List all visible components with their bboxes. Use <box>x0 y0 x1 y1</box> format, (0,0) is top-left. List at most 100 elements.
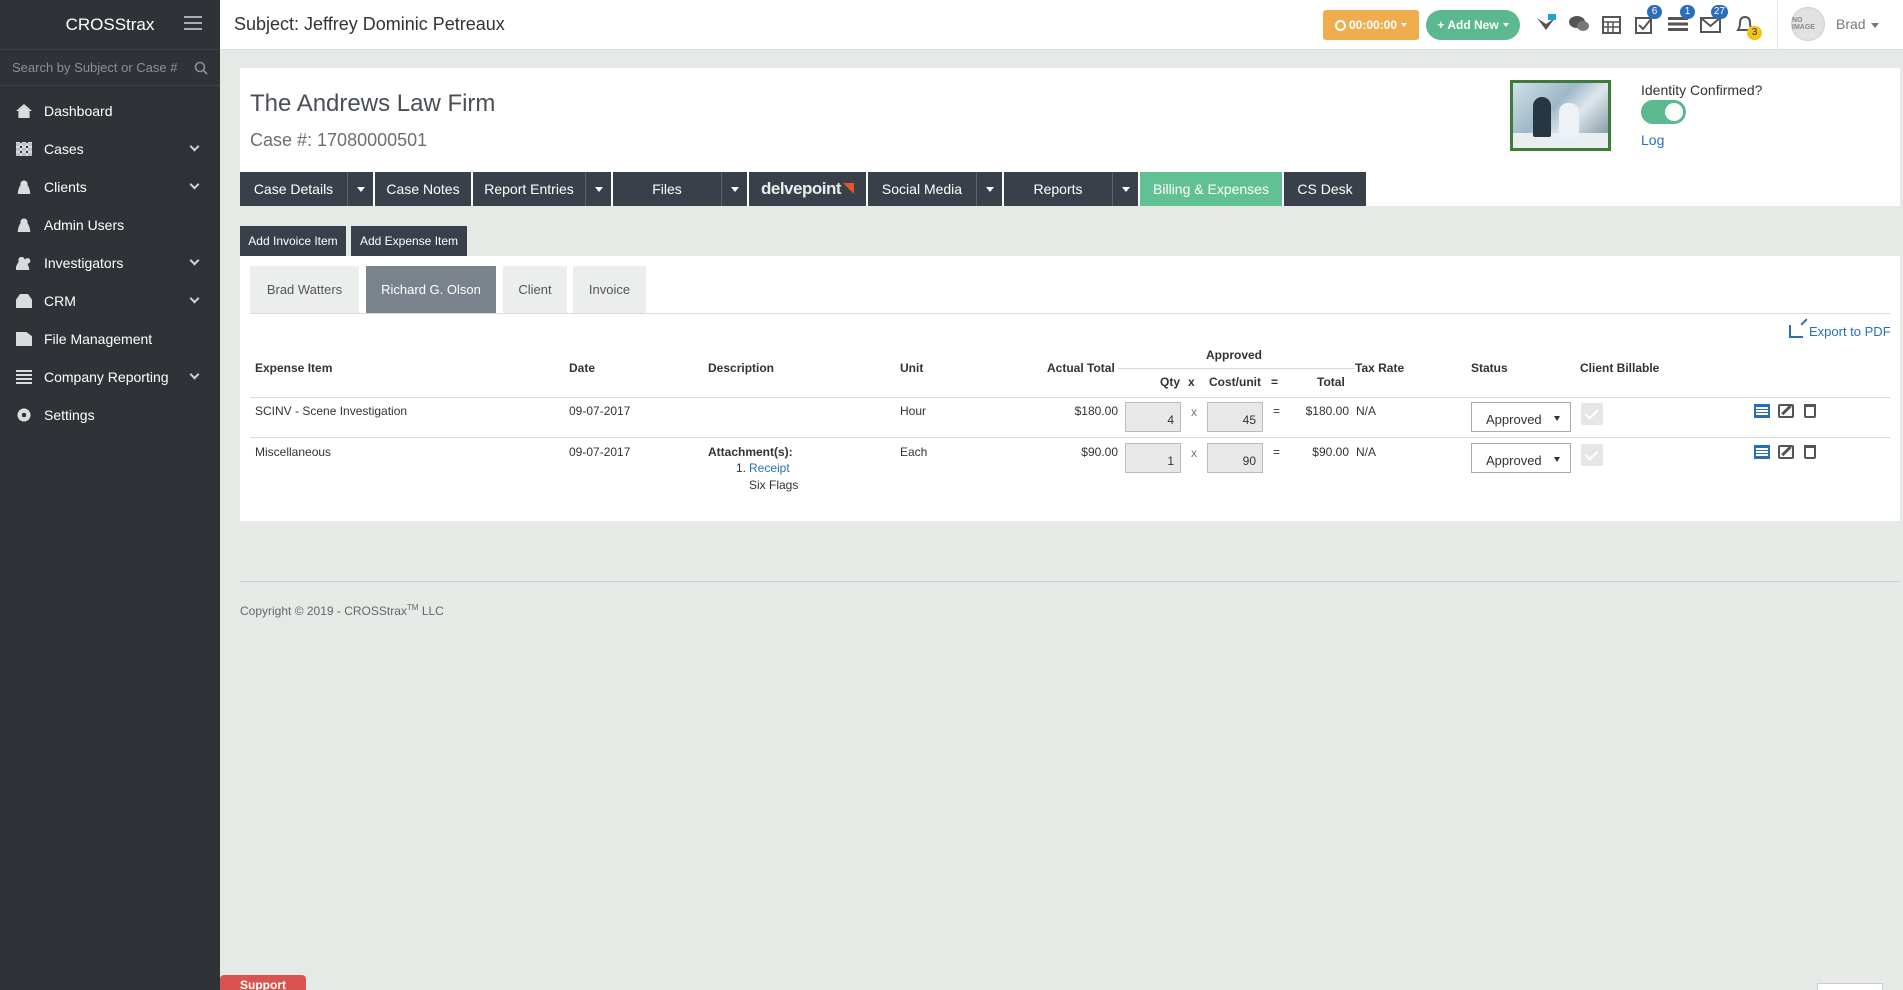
col-status: Status <box>1471 361 1508 375</box>
tab-billing-expenses[interactable]: Billing & Expenses <box>1140 172 1282 206</box>
broadcast-icon[interactable] <box>1535 14 1557 34</box>
copyright: Copyright © 2019 - CROSStraxTM LLC <box>240 603 444 618</box>
avatar[interactable]: NO IMAGE <box>1791 7 1825 41</box>
subject-photo[interactable] <box>1510 80 1611 151</box>
search-input[interactable]: Search by Subject or Case # <box>12 60 194 75</box>
cell-date: 09-07-2017 <box>569 445 631 459</box>
tab-cs-desk[interactable]: CS Desk <box>1284 172 1366 206</box>
dropdown-toggle[interactable] <box>1112 172 1138 206</box>
sidebar-item-company-reporting[interactable]: Company Reporting <box>0 358 220 396</box>
cell-unit: Each <box>900 445 928 459</box>
tab-report-entries[interactable]: Report Entries <box>473 172 611 206</box>
sidebar-item-dashboard[interactable]: Dashboard <box>0 92 220 130</box>
sidebar-item-clients[interactable]: Clients <box>0 168 220 206</box>
edit-icon[interactable] <box>1778 404 1794 418</box>
qty-input[interactable]: 1 <box>1125 443 1181 473</box>
sidebar-item-admin-users[interactable]: Admin Users <box>0 206 220 244</box>
add-invoice-item-button[interactable]: Add Invoice Item <box>240 226 346 256</box>
identity-toggle[interactable] <box>1641 100 1686 124</box>
chevron-down-icon <box>189 179 200 190</box>
queue-icon[interactable]: 1 <box>1667 5 1695 34</box>
cell-unit: Hour <box>900 404 927 418</box>
edit-icon[interactable] <box>1778 445 1794 459</box>
bell-icon[interactable]: 3 <box>1734 14 1762 40</box>
status-select[interactable]: Approved <box>1471 443 1571 473</box>
tab-label: Report Entries <box>484 181 574 197</box>
list-icon <box>16 370 32 384</box>
search-icon[interactable] <box>194 61 208 75</box>
user-icon <box>16 218 32 232</box>
cell-equals: = <box>1273 404 1281 418</box>
tab-files[interactable]: Files <box>613 172 747 206</box>
sidebar-item-investigators[interactable]: Investigators <box>0 244 220 282</box>
col-date: Date <box>569 361 596 375</box>
details-icon[interactable] <box>1754 404 1770 418</box>
cell-total: $180.00 <box>1305 404 1349 418</box>
brand-name: CROSStrax <box>65 14 155 34</box>
menu-toggle-icon[interactable] <box>184 16 202 34</box>
tab-label: Files <box>652 181 682 197</box>
trash-icon[interactable] <box>1804 404 1816 418</box>
tab-richard-g-olson[interactable]: Richard G. Olson <box>366 266 496 313</box>
export-pdf-link[interactable]: Export to PDF <box>1789 324 1891 339</box>
tab-client[interactable]: Client <box>503 266 567 313</box>
tasks-icon[interactable]: 6 <box>1634 5 1662 34</box>
qty-input[interactable]: 4 <box>1125 402 1181 432</box>
mail-icon[interactable]: 27 <box>1700 5 1728 34</box>
divider <box>240 581 1900 582</box>
receipt-link[interactable]: Receipt <box>749 461 790 475</box>
cost-input[interactable]: 45 <box>1207 402 1263 432</box>
tab-label: Case Details <box>253 181 334 197</box>
tab-brad-watters[interactable]: Brad Watters <box>250 266 359 313</box>
cell-equals: = <box>1273 445 1281 459</box>
dropdown-toggle[interactable] <box>347 172 373 206</box>
timer-button[interactable]: 00:00:00 <box>1323 10 1419 40</box>
details-icon[interactable] <box>1754 445 1770 459</box>
caret-down-icon <box>1401 23 1408 27</box>
col-unit: Unit <box>900 361 924 375</box>
tab-reports[interactable]: Reports <box>1004 172 1138 206</box>
tab-case-notes[interactable]: Case Notes <box>375 172 471 206</box>
add-expense-item-button[interactable]: Add Expense Item <box>351 226 467 256</box>
trash-icon[interactable] <box>1804 445 1816 459</box>
grid-icon <box>16 142 32 156</box>
sidebar-item-label: Settings <box>44 407 95 423</box>
billable-checkbox[interactable] <box>1581 403 1603 425</box>
chat-icon[interactable] <box>1568 14 1590 34</box>
support-button[interactable]: Support <box>220 975 306 990</box>
tab-label: Billing & Expenses <box>1153 181 1269 197</box>
cost-input[interactable]: 90 <box>1207 443 1263 473</box>
status-select[interactable]: Approved <box>1471 402 1571 432</box>
topbar: Subject: Jeffrey Dominic Petreaux 00:00:… <box>220 0 1903 50</box>
sidebar-item-settings[interactable]: Settings <box>0 396 220 434</box>
dropdown-toggle[interactable] <box>721 172 747 206</box>
dropdown-toggle[interactable] <box>585 172 611 206</box>
add-new-button[interactable]: + Add New <box>1426 10 1520 40</box>
col-description: Description <box>708 361 775 375</box>
tab-delvepoint[interactable]: delvepoint <box>749 172 866 206</box>
sidebar-item-crm[interactable]: CRM <box>0 282 220 320</box>
sidebar-item-cases[interactable]: Cases <box>0 130 220 168</box>
tab-case-details[interactable]: Case Details <box>240 172 373 206</box>
chat-widget-tab[interactable] <box>1817 983 1883 990</box>
tab-invoice[interactable]: Invoice <box>573 266 646 313</box>
user-menu[interactable]: Brad <box>1836 16 1879 32</box>
identity-label: Identity Confirmed? <box>1641 82 1763 98</box>
col-equals: = <box>1271 375 1279 389</box>
chevron-down-icon <box>189 141 200 152</box>
billable-checkbox[interactable] <box>1581 444 1603 466</box>
dropdown-toggle[interactable] <box>976 172 1002 206</box>
file-icon <box>16 332 32 346</box>
calendar-icon[interactable] <box>1601 14 1623 34</box>
tab-label: Social Media <box>881 181 963 197</box>
col-actual-total: Actual Total <box>1047 361 1115 375</box>
col-x: x <box>1188 375 1195 389</box>
sidebar-item-file-management[interactable]: File Management <box>0 320 220 358</box>
gear-icon <box>16 408 32 422</box>
divider <box>1777 0 1778 50</box>
alerts-badge: 3 <box>1747 26 1762 40</box>
log-link[interactable]: Log <box>1641 132 1664 148</box>
sidebar-item-label: Dashboard <box>44 103 113 119</box>
tab-social-media[interactable]: Social Media <box>868 172 1002 206</box>
search-box[interactable]: Search by Subject or Case # <box>0 50 220 86</box>
